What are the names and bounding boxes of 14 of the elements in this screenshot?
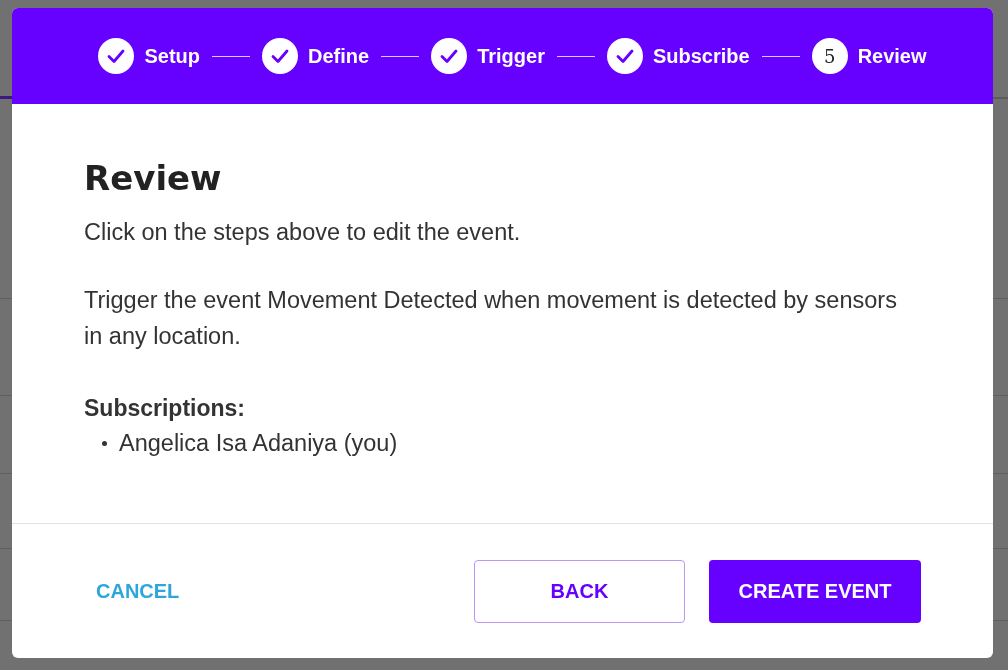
dialog-title: Review	[84, 157, 223, 200]
step-tab[interactable]: Setup	[98, 38, 200, 74]
instruction-text: Click on the steps above to edit the event.	[84, 218, 522, 247]
step-tab[interactable]: Subscribe	[606, 38, 750, 74]
subscriber-name: Angelica Isa Adaniya (you)	[119, 429, 398, 458]
step-number: 5	[811, 38, 848, 74]
event-summary-text: Trigger the event Movement Detected when movement is detected by sensors in any location.	[84, 286, 898, 351]
create-event-button[interactable]: CREATE EVENT	[709, 559, 921, 623]
bullet-icon	[102, 440, 107, 446]
step-tab[interactable]: 5 Review	[811, 38, 927, 74]
back-button[interactable]: BACK	[474, 559, 685, 623]
subscriptions-label: Subscriptions:	[84, 394, 246, 422]
step-tab[interactable]: Trigger	[431, 38, 545, 74]
step-tab[interactable]: Define	[262, 38, 370, 74]
